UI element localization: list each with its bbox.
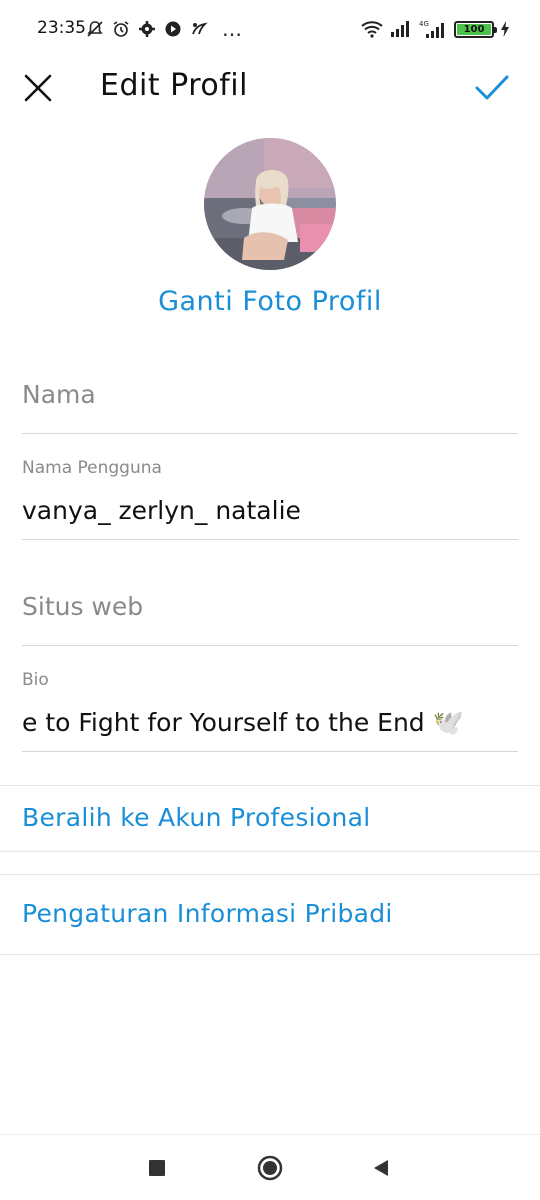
page-title: Edit Profil: [100, 68, 248, 103]
home-button[interactable]: [255, 1153, 285, 1183]
battery-level: 100: [457, 23, 491, 35]
system-nav-bar: [0, 1134, 540, 1200]
close-button[interactable]: [20, 70, 56, 106]
signal-icon: [391, 21, 409, 37]
media-play-icon: [165, 21, 181, 37]
status-time: 23:35: [37, 18, 86, 38]
check-icon: [475, 75, 509, 100]
charging-icon: [501, 21, 509, 37]
personal-info-settings-label: Pengaturan Informasi Pribadi: [22, 899, 393, 928]
back-button[interactable]: [366, 1153, 396, 1183]
status-bar: 23:35 … 4G 100: [0, 0, 540, 60]
change-profile-photo-link[interactable]: Ganti Foto Profil: [0, 286, 540, 317]
profile-avatar[interactable]: [204, 138, 336, 270]
username-value: vanya_ zerlyn_ natalie: [22, 496, 301, 525]
website-placeholder: Situs web: [22, 592, 144, 621]
switch-professional-account-link[interactable]: Beralih ke Akun Profesional: [0, 785, 540, 852]
alarm-icon: [113, 21, 129, 37]
status-icons-right: 4G 100: [360, 17, 510, 41]
wifi-icon: [361, 21, 383, 38]
bio-field[interactable]: Bio e to Fight for Yourself to the End 🕊…: [22, 662, 518, 752]
gear-icon: [139, 21, 155, 37]
signal-4g-icon: 4G: [419, 20, 444, 38]
notification-app-icon: [192, 22, 208, 35]
name-placeholder: Nama: [22, 380, 96, 409]
svg-text:4G: 4G: [419, 20, 429, 28]
profile-photo: [204, 138, 336, 270]
edit-profile-header: Edit Profil: [0, 60, 540, 116]
bio-value: e to Fight for Yourself to the End 🕊️: [22, 708, 464, 737]
circle-icon: [257, 1155, 283, 1181]
switch-professional-account-label: Beralih ke Akun Profesional: [22, 803, 371, 832]
website-field[interactable]: Situs web: [22, 570, 518, 646]
status-icons-left: …: [86, 17, 242, 41]
name-field[interactable]: Nama: [22, 360, 518, 434]
username-field[interactable]: Nama Pengguna vanya_ zerlyn_ natalie: [22, 450, 518, 540]
battery-icon: 100: [454, 20, 497, 38]
personal-info-settings-link[interactable]: Pengaturan Informasi Pribadi: [0, 874, 540, 955]
save-button[interactable]: [472, 68, 512, 108]
more-notifications: …: [222, 17, 242, 41]
square-icon: [149, 1160, 165, 1176]
recents-button[interactable]: [142, 1153, 172, 1183]
close-icon: [24, 74, 52, 102]
bio-label: Bio: [22, 670, 49, 690]
triangle-back-icon: [374, 1160, 388, 1176]
mute-notification-icon: [87, 21, 103, 37]
username-label: Nama Pengguna: [22, 458, 162, 478]
